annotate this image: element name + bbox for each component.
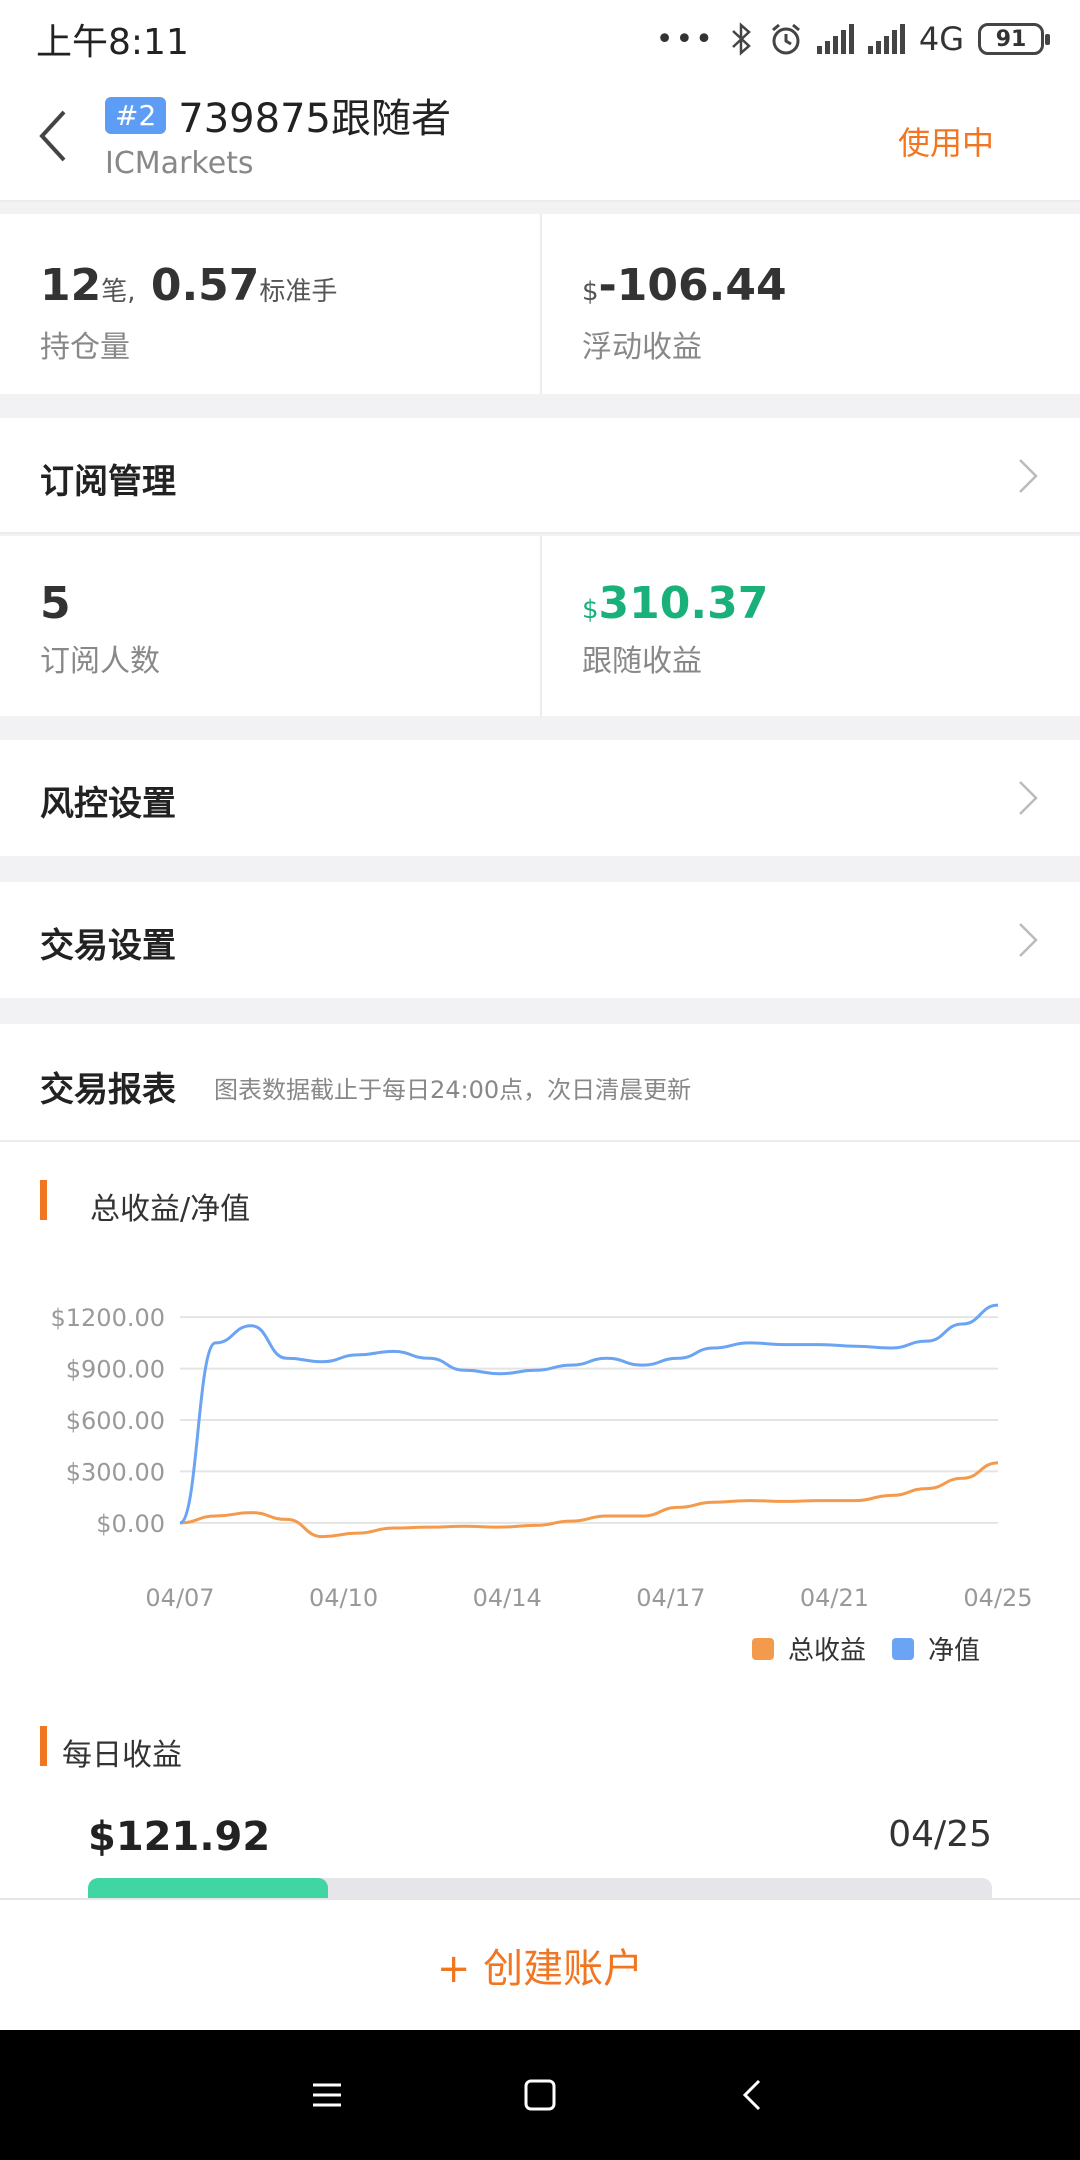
- subscribers-cell: 5 订阅人数: [0, 536, 540, 716]
- holding-cell: 12笔, 0.57标准手 持仓量: [0, 214, 540, 394]
- section-marker: [40, 1180, 47, 1220]
- series-line-total-profit: [179, 1461, 999, 1539]
- risk-settings-title: 风控设置: [40, 784, 176, 824]
- subscription-title: 订阅管理: [40, 462, 176, 502]
- order-unit: 笔,: [101, 277, 136, 307]
- y-tick-label: $300.00: [66, 1458, 165, 1486]
- more-dots-icon: •••: [655, 21, 715, 57]
- daily-date: 04/25: [888, 1814, 992, 1855]
- daily-title: 每日收益: [62, 1738, 182, 1773]
- trade-settings-title: 交易设置: [40, 926, 176, 966]
- home-icon[interactable]: [520, 2075, 560, 2115]
- header: #2 739875跟随者 ICMarkets 使用中: [0, 78, 1080, 202]
- follow-profit-currency: $: [582, 595, 599, 625]
- trade-settings-row[interactable]: 交易设置: [0, 882, 1080, 998]
- status-icons: ••• 4G 91: [655, 20, 1050, 58]
- risk-settings-row[interactable]: 风控设置: [0, 740, 1080, 856]
- report-title: 交易报表: [40, 1070, 176, 1110]
- x-tick-label: 04/25: [963, 1584, 1032, 1612]
- report-note: 图表数据截止于每日24:00点，次日清晨更新: [214, 1076, 692, 1104]
- status-bar: 上午8:11 ••• 4G 91: [0, 0, 1080, 78]
- status-time: 上午8:11: [36, 22, 189, 63]
- subscription-stats: 5 订阅人数 $310.37 跟随收益: [0, 536, 1080, 716]
- floating-currency: $: [582, 277, 599, 307]
- signal-icon-2: [867, 24, 905, 54]
- x-tick-label: 04/21: [800, 1584, 869, 1612]
- order-count: 12: [40, 260, 102, 311]
- floating-label: 浮动收益: [582, 330, 702, 365]
- x-tick-label: 04/07: [145, 1584, 214, 1612]
- page-title: 739875跟随者: [178, 96, 451, 142]
- subscription-row[interactable]: 订阅管理: [0, 418, 1080, 534]
- holding-label: 持仓量: [40, 330, 130, 365]
- floating-cell: $-106.44 浮动收益: [540, 214, 1080, 394]
- follow-profit-amount: 310.37: [598, 578, 769, 629]
- menu-icon[interactable]: [307, 2075, 347, 2115]
- network-type: 4G: [918, 20, 964, 58]
- legend-label-total[interactable]: 总收益: [788, 1630, 866, 1667]
- lots-unit: 标准手: [259, 277, 338, 307]
- chart-title: 总收益/净值: [90, 1192, 251, 1227]
- positions-card: 12笔, 0.57标准手 持仓量 $-106.44 浮动收益: [0, 214, 1080, 394]
- broker-name: ICMarkets: [105, 146, 254, 181]
- create-account-button[interactable]: + 创建账户: [0, 1898, 1080, 2030]
- legend-label-equity[interactable]: 净值: [928, 1630, 980, 1667]
- floating-value: $-106.44: [582, 260, 787, 311]
- legend-swatch-equity: [891, 1637, 914, 1660]
- status-badge[interactable]: 使用中: [898, 118, 994, 164]
- section-marker: [40, 1726, 47, 1766]
- report-header: 交易报表 图表数据截止于每日24:00点，次日清晨更新: [0, 1024, 1080, 1142]
- subscribers-value: 5: [40, 578, 71, 629]
- x-tick-label: 04/10: [309, 1584, 378, 1612]
- title-row: #2 739875跟随者: [105, 86, 451, 144]
- equity-chart: $1200.00 $900.00 $600.00 $300.00 $0.00 04/07…: [50, 1303, 1033, 1612]
- follow-profit-cell: $310.37 跟随收益: [540, 536, 1080, 716]
- y-tick-label: $900.00: [66, 1356, 165, 1384]
- battery-icon: 91: [978, 23, 1050, 55]
- series-line-equity: [179, 1303, 999, 1525]
- daily-progress: [88, 1878, 992, 1898]
- daily-progress-fill: [88, 1878, 328, 1898]
- y-tick-label: $600.00: [66, 1407, 165, 1435]
- y-tick-label: $0.00: [96, 1510, 165, 1538]
- bluetooth-icon: [731, 22, 751, 56]
- x-axis-labels: 04/07 04/10 04/14 04/17 04/21 04/25: [145, 1584, 1032, 1612]
- lots-value: 0.57: [150, 260, 260, 311]
- chevron-right-icon: [1019, 781, 1038, 815]
- account-badge: #2: [105, 96, 167, 134]
- signal-icon: [816, 24, 854, 54]
- y-tick-label: $1200.00: [50, 1304, 165, 1332]
- chevron-right-icon: [1019, 459, 1038, 493]
- follow-profit-value: $310.37: [582, 578, 768, 629]
- chart-legend: 总收益 净值: [751, 1630, 980, 1667]
- x-tick-label: 04/17: [636, 1584, 705, 1612]
- alarm-icon: [771, 23, 800, 55]
- chevron-right-icon: [1019, 923, 1038, 957]
- follow-profit-label: 跟随收益: [582, 644, 702, 679]
- back-icon[interactable]: [733, 2075, 773, 2115]
- subscribers-label: 订阅人数: [40, 644, 160, 679]
- back-arrow-icon[interactable]: [30, 106, 80, 166]
- system-nav-bar: [0, 2030, 1080, 2160]
- legend-swatch-total: [751, 1637, 774, 1660]
- daily-value: $121.92: [88, 1814, 271, 1860]
- y-axis-labels: $1200.00 $900.00 $600.00 $300.00 $0.00: [50, 1304, 165, 1538]
- x-tick-label: 04/14: [473, 1584, 542, 1612]
- floating-amount: -106.44: [598, 260, 787, 311]
- holding-value: 12笔, 0.57标准手: [40, 260, 337, 311]
